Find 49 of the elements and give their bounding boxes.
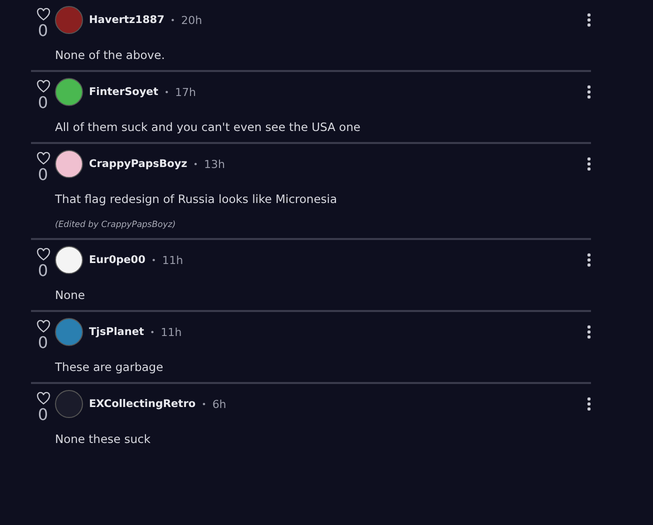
heart-icon[interactable] bbox=[36, 8, 50, 21]
edited-note: (Edited by CrappyPapsBoyz) bbox=[55, 220, 177, 230]
comment-text: None of the above. bbox=[55, 48, 166, 62]
comment-text: None these suck bbox=[55, 432, 152, 446]
separator-dot: • bbox=[193, 160, 198, 168]
like-count: 0 bbox=[38, 94, 48, 112]
user-avatar bbox=[55, 318, 83, 346]
username[interactable]: Eur0pe00 bbox=[89, 254, 146, 266]
user-avatar bbox=[55, 6, 83, 34]
user-avatar bbox=[55, 246, 83, 274]
user-avatar bbox=[55, 150, 83, 178]
username[interactable]: Havertz1887 bbox=[89, 14, 164, 26]
comment-text: All of them suck and you can't even see the USA one bbox=[55, 120, 362, 134]
more-options-icon[interactable] bbox=[587, 397, 591, 411]
more-options-icon[interactable] bbox=[587, 157, 591, 171]
heart-icon[interactable] bbox=[36, 392, 50, 405]
username[interactable]: TjsPlanet bbox=[89, 326, 144, 338]
more-options-icon[interactable] bbox=[587, 85, 591, 99]
like-count: 0 bbox=[38, 406, 48, 424]
username[interactable]: FinterSoyet bbox=[89, 86, 158, 98]
heart-icon[interactable] bbox=[36, 320, 50, 333]
like-count: 0 bbox=[38, 262, 48, 280]
more-options-icon[interactable] bbox=[587, 13, 591, 27]
username[interactable]: EXCollectingRetro bbox=[89, 398, 196, 410]
timestamp: 11h bbox=[160, 326, 182, 338]
like-count: 0 bbox=[38, 334, 48, 352]
more-options-icon[interactable] bbox=[587, 253, 591, 267]
timestamp: 17h bbox=[175, 86, 196, 98]
timestamp: 20h bbox=[181, 14, 202, 26]
comment-text: That flag redesign of Russia looks like Micronesia bbox=[55, 192, 338, 206]
heart-icon[interactable] bbox=[36, 248, 50, 261]
separator-dot: • bbox=[164, 88, 170, 96]
separator-dot: • bbox=[150, 328, 155, 336]
user-avatar bbox=[55, 78, 83, 106]
timestamp: 13h bbox=[204, 158, 225, 170]
comment-text: These are garbage bbox=[55, 360, 164, 374]
like-count: 0 bbox=[38, 166, 48, 184]
more-options-icon[interactable] bbox=[587, 325, 591, 339]
separator-dot: • bbox=[151, 256, 156, 264]
separator-dot: • bbox=[202, 400, 206, 408]
timestamp: 6h bbox=[212, 398, 226, 410]
separator-dot: • bbox=[170, 16, 176, 24]
like-count: 0 bbox=[38, 22, 48, 40]
heart-icon[interactable] bbox=[36, 80, 50, 93]
user-avatar bbox=[55, 390, 83, 418]
username[interactable]: CrappyPapsBoyz bbox=[89, 158, 188, 170]
timestamp: 11h bbox=[162, 254, 184, 266]
heart-icon[interactable] bbox=[36, 152, 50, 165]
comment-text: None bbox=[55, 288, 86, 302]
